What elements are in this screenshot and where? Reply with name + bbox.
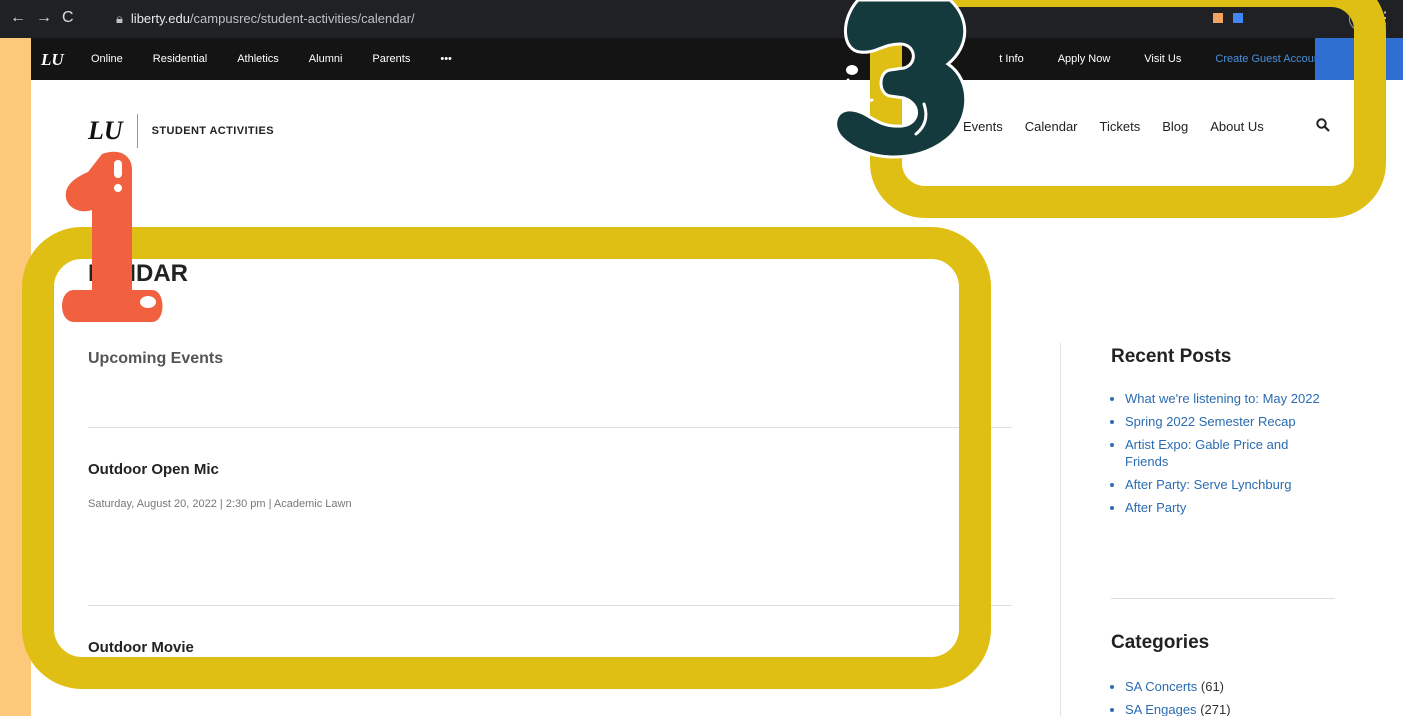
lu-logo-small[interactable]: LU [41, 50, 64, 70]
reload-icon[interactable]: C [62, 9, 74, 27]
category-link[interactable]: SA Concerts [1125, 679, 1197, 694]
topbar-left-links: Online Residential Athletics Alumni Pare… [91, 53, 482, 65]
recent-post-link[interactable]: Artist Expo: Gable Price and Friends [1125, 436, 1335, 470]
sidebar-divider [1111, 598, 1335, 599]
topbar-link[interactable]: Parents [372, 53, 410, 65]
recent-posts-list: What we're listening to: May 2022 Spring… [1111, 390, 1335, 522]
category-item[interactable]: SA Engages (271) [1125, 701, 1335, 716]
topbar-link[interactable]: Residential [153, 53, 207, 65]
more-icon[interactable]: ••• [440, 53, 452, 65]
topbar-link[interactable]: Online [91, 53, 123, 65]
recent-post-link[interactable]: What we're listening to: May 2022 [1125, 390, 1335, 407]
topbar-link[interactable]: Alumni [309, 53, 343, 65]
annotation-number-one [62, 151, 163, 322]
url-path: /campusrec/student-activities/calendar/ [189, 11, 415, 26]
category-item[interactable]: SA Concerts (61) [1125, 678, 1335, 695]
column-divider [1060, 343, 1061, 716]
recent-post-link[interactable]: Spring 2022 Semester Recap [1125, 413, 1335, 430]
recent-post-link[interactable]: After Party [1125, 499, 1335, 516]
category-count: (271) [1200, 702, 1231, 716]
forward-icon[interactable]: → [36, 9, 52, 27]
category-count: (61) [1200, 679, 1225, 694]
site-name: STUDENT ACTIVITIES [151, 125, 274, 137]
lock-icon: 🔒︎ [116, 11, 123, 26]
annotation-number-three [834, 0, 968, 159]
recent-post-link[interactable]: After Party: Serve Lynchburg [1125, 476, 1335, 493]
topbar-link[interactable]: Athletics [237, 53, 279, 65]
recent-posts-heading: Recent Posts [1111, 346, 1232, 367]
back-icon[interactable]: ← [10, 9, 26, 27]
url-domain: liberty.edu [130, 11, 190, 26]
category-link[interactable]: SA Engages [1125, 702, 1197, 716]
categories-list: SA Concerts (61) SA Engages (271) [1111, 678, 1335, 716]
categories-heading: Categories [1111, 632, 1210, 653]
